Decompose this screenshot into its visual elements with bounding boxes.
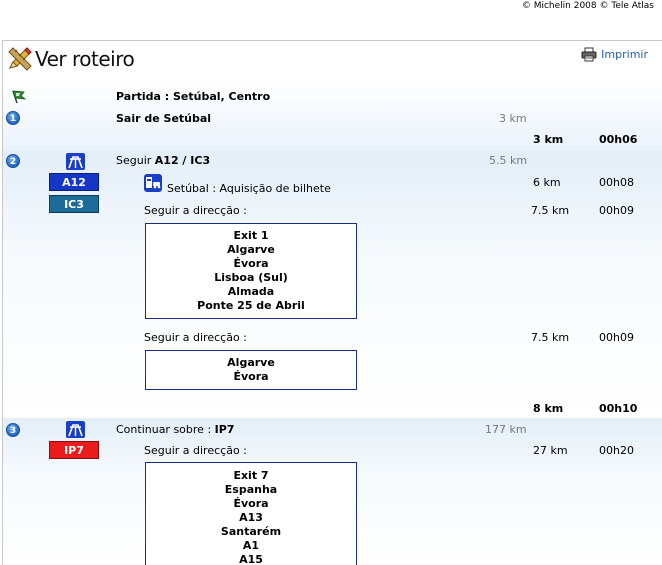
follow-direction-time: 00h09	[599, 331, 634, 344]
direction-sign-line: Évora	[233, 497, 269, 510]
follow-direction-label: Seguir a direcção :	[144, 444, 247, 457]
step-number-badge: 2	[6, 154, 20, 168]
direction-sign-line: Ponte 25 de Abril	[197, 299, 305, 312]
direction-sign-line: Évora	[233, 257, 269, 270]
step2-total-distance: 8 km	[533, 402, 564, 415]
direction-sign: Algarve Évora	[145, 350, 357, 390]
direction-sign-line: Algarve	[227, 243, 275, 256]
direction-sign-line: A1	[242, 539, 260, 552]
step1-total-time: 00h06	[599, 133, 638, 146]
toll-place: Setúbal	[167, 182, 209, 195]
start-place: Setúbal, Centro	[173, 90, 271, 103]
direction-sign-line: Espanha	[224, 483, 278, 496]
step2-roads: A12 / IC3	[154, 154, 211, 167]
road-shield-a12: A12	[49, 173, 99, 191]
step3-road: IP7	[214, 423, 235, 436]
printer-icon	[581, 47, 597, 62]
itinerary-panel: Ver roteiro Imprimir Partida : Setúbal, …	[2, 40, 662, 565]
copyright-notice: © Michelin 2008 © Tele Atlas	[521, 1, 654, 11]
step-number-badge: 3	[6, 423, 20, 437]
road-shield-ic3: IC3	[49, 195, 99, 213]
step3-distance: 177 km	[485, 423, 527, 436]
start-prefix: Partida :	[116, 90, 173, 103]
pencil-ruler-icon	[7, 46, 33, 72]
print-button[interactable]: Imprimir	[581, 47, 648, 62]
start-location: Partida : Setúbal, Centro	[116, 90, 270, 103]
motorway-icon	[66, 421, 85, 438]
direction-sign-line: Algarve	[227, 356, 275, 369]
follow-direction-label: Seguir a direcção :	[144, 331, 247, 344]
page-title: Ver roteiro	[35, 47, 135, 71]
toll-distance: 6 km	[533, 176, 561, 189]
direction-sign-line: Lisboa (Sul)	[214, 271, 288, 284]
follow-direction-time: 00h20	[599, 444, 634, 457]
step1-distance: 3 km	[499, 112, 527, 125]
step2-total-time: 00h10	[599, 402, 638, 415]
direction-sign-line: Exit 7	[233, 469, 269, 482]
direction-sign: Exit 1 Algarve Évora Lisboa (Sul) Almada…	[145, 223, 357, 319]
toll-time: 00h08	[599, 176, 634, 189]
step1-total-distance: 3 km	[533, 133, 564, 146]
toll-ticket-icon	[144, 174, 162, 192]
step2-instruction: Seguir A12 / IC3	[116, 154, 210, 167]
title-row: Ver roteiro	[7, 45, 135, 73]
step3-instruction: Continuar sobre : IP7	[116, 423, 234, 436]
direction-sign-line: Santarém	[220, 525, 282, 538]
follow-direction-time: 00h09	[599, 204, 634, 217]
direction-sign-line: Évora	[233, 370, 269, 383]
direction-sign-line: Almada	[227, 285, 275, 298]
flag-icon	[11, 90, 27, 107]
direction-sign-line: Exit 1	[233, 229, 269, 242]
direction-sign-line: A13	[239, 511, 263, 524]
direction-sign: Exit 7 Espanha Évora A13 Santarém A1 A15	[145, 462, 357, 565]
step1-instruction: Sair de Setúbal	[116, 112, 212, 125]
road-shield-ip7: IP7	[49, 441, 99, 459]
follow-direction-distance: 7.5 km	[531, 204, 570, 217]
follow-direction-distance: 7.5 km	[531, 331, 570, 344]
follow-direction-distance: 27 km	[533, 444, 568, 457]
direction-sign-line: A15	[239, 553, 263, 565]
toll-description: : Aquisição de bilhete	[208, 182, 331, 195]
step2-distance: 5.5 km	[489, 154, 528, 167]
step-number-badge: 1	[6, 111, 20, 125]
motorway-icon	[66, 153, 85, 170]
step2-prefix: Seguir	[116, 154, 155, 167]
print-label[interactable]: Imprimir	[601, 48, 648, 61]
step3-prefix: Continuar sobre :	[116, 423, 215, 436]
toll-text: Setúbal : Aquisição de bilhete	[167, 182, 331, 195]
follow-direction-label: Seguir a direcção :	[144, 204, 247, 217]
